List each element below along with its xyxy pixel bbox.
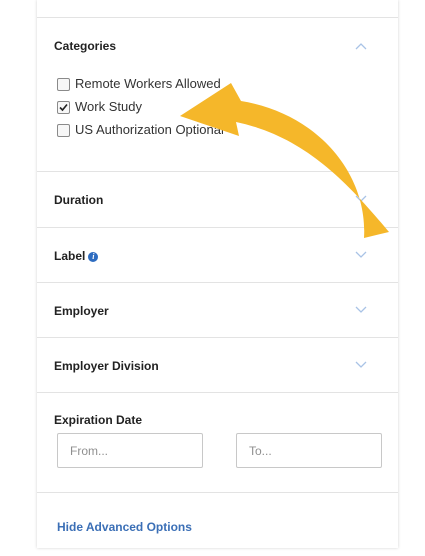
option-label: US Authorization Optional: [75, 122, 224, 137]
chevron-down-icon[interactable]: [355, 195, 367, 203]
employer-section[interactable]: Employer: [37, 284, 398, 338]
info-icon[interactable]: i: [88, 252, 99, 262]
categories-header[interactable]: Categories: [54, 18, 381, 75]
category-option-work-study[interactable]: Work Study: [54, 98, 381, 121]
category-option-us-authorization[interactable]: US Authorization Optional: [54, 121, 381, 144]
checkbox-us-authorization[interactable]: [57, 124, 70, 137]
category-option-remote-workers[interactable]: Remote Workers Allowed: [54, 75, 381, 98]
categories-title: Categories: [54, 39, 117, 53]
chevron-down-icon[interactable]: [355, 361, 367, 369]
expiration-date-section: Expiration Date: [37, 393, 398, 493]
option-label: Work Study: [75, 99, 142, 114]
employer-title: Employer: [54, 304, 109, 318]
checkmark-icon: [59, 103, 68, 112]
duration-title: Duration: [54, 193, 104, 207]
duration-section[interactable]: Duration: [37, 173, 398, 228]
categories-section: Categories Remote Workers Allowed Work S…: [37, 18, 398, 172]
panel-top-divider: [37, 0, 398, 18]
employer-division-title: Employer Division: [54, 359, 159, 373]
employer-division-section[interactable]: Employer Division: [37, 339, 398, 393]
checkbox-work-study[interactable]: [57, 101, 70, 114]
chevron-down-icon[interactable]: [355, 251, 367, 259]
expiration-from-input[interactable]: [57, 433, 203, 468]
option-label: Remote Workers Allowed: [75, 76, 221, 91]
hide-advanced-options-link[interactable]: Hide Advanced Options: [57, 520, 192, 534]
label-title: Label i: [54, 229, 99, 283]
chevron-down-icon[interactable]: [355, 306, 367, 314]
label-section[interactable]: Label i: [37, 229, 398, 283]
label-title-text: Label: [54, 249, 86, 263]
expiration-to-input[interactable]: [236, 433, 382, 468]
filter-panel: Categories Remote Workers Allowed Work S…: [37, 0, 398, 548]
chevron-up-icon[interactable]: [355, 42, 367, 50]
checkbox-remote-workers[interactable]: [57, 78, 70, 91]
